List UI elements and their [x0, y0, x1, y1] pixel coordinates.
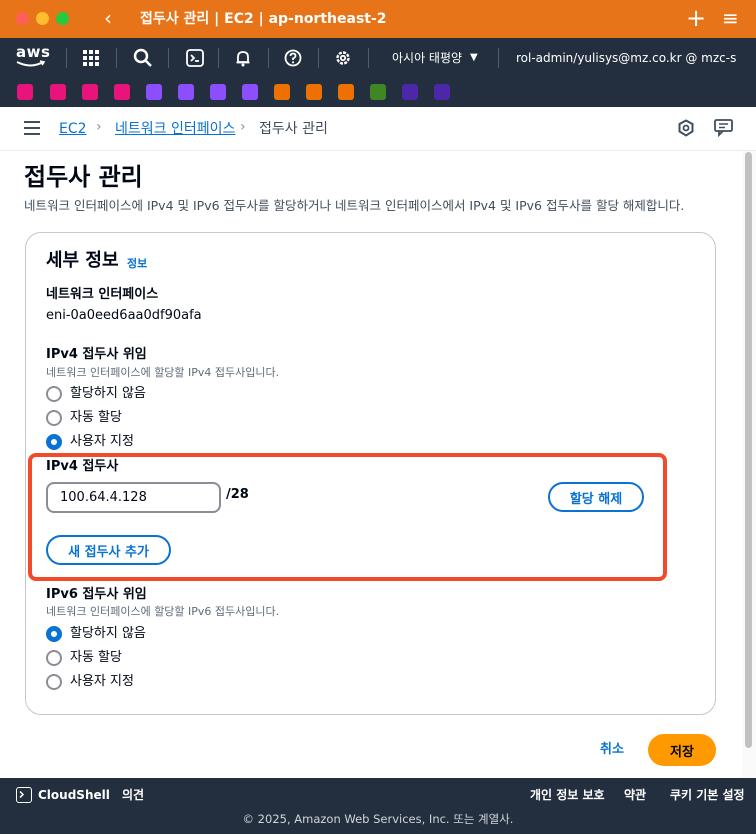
- ipv4-option-none[interactable]: 할당하지 않음: [46, 385, 146, 403]
- network-interface-label: 네트워크 인터페이스: [46, 287, 159, 302]
- ipv4-option-custom[interactable]: 사용자 지정: [46, 433, 134, 451]
- cookie-preferences-link[interactable]: 쿠키 기본 설정: [670, 787, 745, 803]
- breadcrumb-network-interfaces[interactable]: 네트워크 인터페이스: [115, 120, 235, 138]
- breadcrumb-current: 접두사 관리: [259, 121, 328, 137]
- cloudshell-icon[interactable]: [16, 787, 32, 803]
- favorite-service-icon[interactable]: [242, 84, 258, 100]
- radio-button-selected[interactable]: [46, 626, 62, 642]
- radio-label: 할당하지 않음: [70, 626, 146, 641]
- ipv4-delegation-hint: 네트워크 인터페이스에 할당할 IPv4 접두사입니다.: [46, 366, 280, 379]
- unassign-button[interactable]: 할당 해제: [548, 482, 644, 512]
- radio-label: 자동 할당: [70, 650, 122, 665]
- network-interface-value: eni-0a0eed6aa0df90afa: [46, 308, 202, 323]
- add-prefix-button[interactable]: 새 접두사 추가: [46, 535, 171, 565]
- nav-divider: [168, 48, 169, 68]
- minimize-window-button[interactable]: [36, 12, 49, 25]
- ipv4-delegation-label: IPv4 접두사 위임: [46, 347, 147, 362]
- menu-icon[interactable]: ≡: [722, 6, 739, 30]
- ipv4-prefix-length: /28: [226, 487, 249, 502]
- nav-divider: [116, 48, 117, 68]
- panel-title: 세부 정보: [46, 250, 119, 271]
- scrollbar-thumb[interactable]: [745, 152, 752, 748]
- favorite-service-icon[interactable]: [114, 84, 130, 100]
- ipv6-delegation-label: IPv6 접두사 위임: [46, 587, 147, 602]
- favorite-service-icon[interactable]: [370, 84, 386, 100]
- new-tab-icon[interactable]: +: [686, 4, 706, 32]
- cancel-button[interactable]: 취소: [600, 742, 624, 758]
- nav-divider: [66, 48, 67, 68]
- privacy-link[interactable]: 개인 정보 보호: [530, 787, 605, 803]
- favorite-service-icon[interactable]: [82, 84, 98, 100]
- ipv6-option-custom[interactable]: 사용자 지정: [46, 673, 134, 691]
- feedback-link[interactable]: 의견: [122, 787, 144, 803]
- radio-button-selected[interactable]: [46, 434, 62, 450]
- breadcrumb: EC2 › 네트워크 인터페이스 › 접두사 관리: [0, 107, 756, 151]
- radio-button[interactable]: [46, 650, 62, 666]
- ipv6-option-auto[interactable]: 자동 할당: [46, 649, 122, 667]
- chevron-down-icon[interactable]: ▼: [470, 50, 478, 66]
- radio-button[interactable]: [46, 386, 62, 402]
- close-window-button[interactable]: [16, 12, 29, 25]
- page-title: 접두사 관리: [24, 163, 143, 191]
- favorite-service-icon[interactable]: [17, 84, 33, 100]
- page-description: 네트워크 인터페이스에 IPv4 및 IPv6 접두사를 할당하거나 네트워크 …: [24, 198, 685, 213]
- bell-icon[interactable]: [231, 46, 255, 70]
- favorite-service-icon[interactable]: [274, 84, 290, 100]
- radio-label: 사용자 지정: [70, 674, 134, 689]
- ipv4-prefix-input[interactable]: [46, 482, 221, 513]
- aws-smile-icon: [16, 60, 46, 67]
- maximize-window-button[interactable]: [56, 12, 69, 25]
- breadcrumb-separator: ›: [240, 119, 246, 135]
- feedback-icon[interactable]: [714, 119, 734, 139]
- radio-button[interactable]: [46, 410, 62, 426]
- nav-divider: [498, 48, 499, 68]
- ipv4-option-auto[interactable]: 자동 할당: [46, 409, 122, 427]
- radio-label: 자동 할당: [70, 410, 122, 425]
- cloudshell-link[interactable]: CloudShell: [38, 787, 110, 803]
- search-icon[interactable]: [131, 46, 155, 70]
- save-button[interactable]: 저장: [648, 734, 716, 766]
- info-link[interactable]: 정보: [127, 257, 147, 271]
- breadcrumb-ec2[interactable]: EC2: [59, 120, 87, 138]
- terms-link[interactable]: 약관: [624, 787, 646, 803]
- favorite-service-icon[interactable]: [210, 84, 226, 100]
- ipv4-prefix-label: IPv4 접두사: [46, 459, 119, 474]
- nav-divider: [268, 48, 269, 68]
- ipv6-option-none[interactable]: 할당하지 않음: [46, 625, 146, 643]
- favorite-service-icon[interactable]: [402, 84, 418, 100]
- favorite-service-icon[interactable]: [178, 84, 194, 100]
- back-icon[interactable]: ‹: [104, 6, 112, 30]
- copyright-text: © 2025, Amazon Web Services, Inc. 또는 계열사…: [242, 812, 514, 826]
- help-icon[interactable]: [281, 46, 305, 70]
- gear-icon[interactable]: [331, 46, 355, 70]
- cloudshell-icon[interactable]: [183, 46, 207, 70]
- aws-logo-text: aws: [16, 43, 51, 61]
- window-title: 접두사 관리 | EC2 | ap-northeast-2: [140, 11, 387, 27]
- radio-label: 사용자 지정: [70, 434, 134, 449]
- ipv6-delegation-hint: 네트워크 인터페이스에 할당할 IPv6 접두사입니다.: [46, 605, 280, 618]
- hamburger-icon[interactable]: [24, 121, 40, 135]
- nav-divider: [318, 48, 319, 68]
- nav-divider: [368, 48, 369, 68]
- nav-divider: [218, 48, 219, 68]
- aws-logo[interactable]: aws: [16, 44, 52, 72]
- breadcrumb-separator: ›: [96, 119, 102, 135]
- account-menu[interactable]: rol-admin/yulisys@mz.co.kr @ mzc-s: [516, 50, 736, 66]
- region-selector[interactable]: 아시아 태평양: [392, 50, 462, 66]
- favorite-service-icon[interactable]: [306, 84, 322, 100]
- favorite-service-icon[interactable]: [434, 84, 450, 100]
- aws-top-nav: aws 아시아 태평양 ▼ rol-admin/yulisys@mz.co.kr…: [0, 38, 756, 78]
- favorites-bar: [0, 78, 756, 107]
- favorite-service-icon[interactable]: [50, 84, 66, 100]
- favorite-service-icon[interactable]: [338, 84, 354, 100]
- console-footer: CloudShell 의견 개인 정보 보호 약관 쿠키 기본 설정 © 202…: [0, 778, 756, 834]
- grid-icon[interactable]: [79, 46, 103, 70]
- radio-button[interactable]: [46, 674, 62, 690]
- window-titlebar: ‹ 접두사 관리 | EC2 | ap-northeast-2 + ≡: [0, 0, 756, 38]
- security-hub-icon[interactable]: [677, 119, 697, 139]
- radio-label: 할당하지 않음: [70, 386, 146, 401]
- favorite-service-icon[interactable]: [146, 84, 162, 100]
